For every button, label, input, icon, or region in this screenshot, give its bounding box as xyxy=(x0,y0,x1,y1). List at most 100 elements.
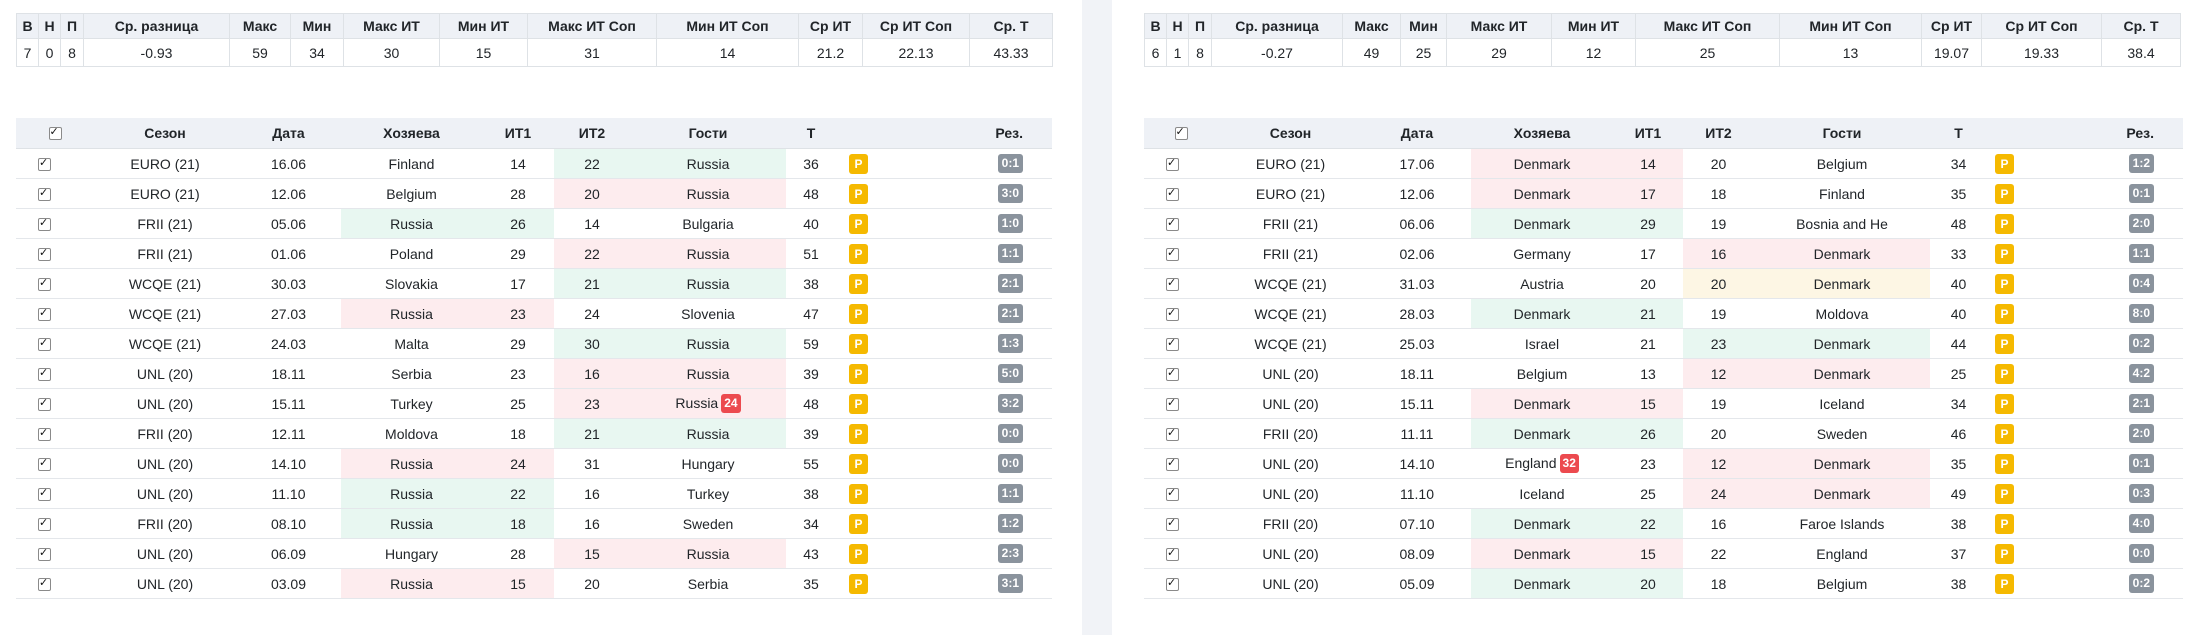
row-checkbox[interactable] xyxy=(1166,276,1179,291)
row-select-cell[interactable] xyxy=(1144,568,1218,599)
p-badge[interactable]: P xyxy=(849,483,868,504)
row-checkbox[interactable] xyxy=(1166,246,1179,261)
row-select-cell[interactable] xyxy=(16,268,94,299)
row-checkbox[interactable] xyxy=(38,546,51,561)
row-checkbox[interactable] xyxy=(38,576,51,591)
header-total[interactable]: Т xyxy=(1930,118,1987,149)
row-select-cell[interactable] xyxy=(16,358,94,389)
p-badge[interactable]: P xyxy=(1995,573,2014,594)
row-select-cell[interactable] xyxy=(1144,508,1218,539)
p-badge[interactable]: P xyxy=(1995,273,2014,294)
p-badge[interactable]: P xyxy=(1995,153,2014,174)
p-badge[interactable]: P xyxy=(849,543,868,564)
row-checkbox[interactable] xyxy=(38,456,51,471)
row-select-cell[interactable] xyxy=(1144,388,1218,419)
row-checkbox[interactable] xyxy=(38,216,51,231)
select-all-checkbox[interactable] xyxy=(1174,125,1188,140)
row-select-cell[interactable] xyxy=(16,508,94,539)
header-date[interactable]: Дата xyxy=(1363,118,1471,149)
row-select-cell[interactable] xyxy=(1144,328,1218,359)
row-checkbox[interactable] xyxy=(38,396,51,411)
row-checkbox[interactable] xyxy=(1166,516,1179,531)
p-badge[interactable]: P xyxy=(849,513,868,534)
p-badge[interactable]: P xyxy=(849,333,868,354)
p-badge[interactable]: P xyxy=(1995,303,2014,324)
p-badge[interactable]: P xyxy=(1995,483,2014,504)
p-badge[interactable]: P xyxy=(849,153,868,174)
p-badge[interactable]: P xyxy=(849,273,868,294)
row-select-cell[interactable] xyxy=(1144,238,1218,269)
p-badge[interactable]: P xyxy=(849,423,868,444)
p-badge[interactable]: P xyxy=(849,183,868,204)
row-checkbox[interactable] xyxy=(38,336,51,351)
header-it2[interactable]: ИТ2 xyxy=(1683,118,1754,149)
row-select-cell[interactable] xyxy=(16,478,94,509)
row-select-cell[interactable] xyxy=(1144,268,1218,299)
p-badge[interactable]: P xyxy=(1995,243,2014,264)
header-away[interactable]: Гости xyxy=(630,118,786,149)
row-select-cell[interactable] xyxy=(16,388,94,419)
row-select-cell[interactable] xyxy=(16,178,94,209)
row-select-cell[interactable] xyxy=(1144,358,1218,389)
row-checkbox[interactable] xyxy=(38,486,51,501)
p-badge[interactable]: P xyxy=(849,573,868,594)
select-all-column[interactable] xyxy=(1144,118,1218,149)
p-badge[interactable]: P xyxy=(849,303,868,324)
p-badge[interactable]: P xyxy=(849,243,868,264)
row-select-cell[interactable] xyxy=(16,418,94,449)
row-checkbox[interactable] xyxy=(1166,186,1179,201)
p-badge[interactable]: P xyxy=(1995,213,2014,234)
header-away[interactable]: Гости xyxy=(1754,118,1930,149)
header-result[interactable]: Рез. xyxy=(881,118,1052,149)
row-checkbox[interactable] xyxy=(1166,456,1179,471)
row-checkbox[interactable] xyxy=(1166,336,1179,351)
row-select-cell[interactable] xyxy=(16,208,94,239)
row-checkbox[interactable] xyxy=(1166,486,1179,501)
row-select-cell[interactable] xyxy=(16,538,94,569)
row-select-cell[interactable] xyxy=(1144,448,1218,479)
row-select-cell[interactable] xyxy=(1144,418,1218,449)
header-season[interactable]: Сезон xyxy=(1218,118,1363,149)
row-select-cell[interactable] xyxy=(16,238,94,269)
row-select-cell[interactable] xyxy=(1144,208,1218,239)
row-select-cell[interactable] xyxy=(16,448,94,479)
row-checkbox[interactable] xyxy=(1166,156,1179,171)
row-select-cell[interactable] xyxy=(16,328,94,359)
row-checkbox[interactable] xyxy=(38,186,51,201)
row-checkbox[interactable] xyxy=(1166,216,1179,231)
row-checkbox[interactable] xyxy=(38,366,51,381)
row-checkbox[interactable] xyxy=(1166,306,1179,321)
header-home[interactable]: Хозяева xyxy=(341,118,482,149)
row-select-cell[interactable] xyxy=(1144,148,1218,179)
p-badge[interactable]: P xyxy=(1995,183,2014,204)
row-checkbox[interactable] xyxy=(1166,576,1179,591)
row-checkbox[interactable] xyxy=(38,276,51,291)
row-checkbox[interactable] xyxy=(1166,396,1179,411)
p-badge[interactable]: P xyxy=(1995,393,2014,414)
header-result[interactable]: Рез. xyxy=(2022,118,2183,149)
p-badge[interactable]: P xyxy=(1995,453,2014,474)
header-it2[interactable]: ИТ2 xyxy=(554,118,630,149)
p-badge[interactable]: P xyxy=(849,453,868,474)
header-it1[interactable]: ИТ1 xyxy=(1613,118,1683,149)
p-badge[interactable]: P xyxy=(849,213,868,234)
p-badge[interactable]: P xyxy=(1995,363,2014,384)
row-checkbox[interactable] xyxy=(38,156,51,171)
header-home[interactable]: Хозяева xyxy=(1471,118,1613,149)
select-all-column[interactable] xyxy=(16,118,94,149)
header-season[interactable]: Сезон xyxy=(94,118,236,149)
p-badge[interactable]: P xyxy=(849,363,868,384)
row-select-cell[interactable] xyxy=(16,568,94,599)
row-select-cell[interactable] xyxy=(1144,478,1218,509)
row-checkbox[interactable] xyxy=(38,306,51,321)
p-badge[interactable]: P xyxy=(849,393,868,414)
row-checkbox[interactable] xyxy=(38,516,51,531)
header-it1[interactable]: ИТ1 xyxy=(482,118,554,149)
row-select-cell[interactable] xyxy=(16,298,94,329)
row-select-cell[interactable] xyxy=(16,148,94,179)
row-select-cell[interactable] xyxy=(1144,178,1218,209)
row-checkbox[interactable] xyxy=(1166,366,1179,381)
select-all-checkbox[interactable] xyxy=(48,125,62,140)
p-badge[interactable]: P xyxy=(1995,423,2014,444)
row-select-cell[interactable] xyxy=(1144,298,1218,329)
